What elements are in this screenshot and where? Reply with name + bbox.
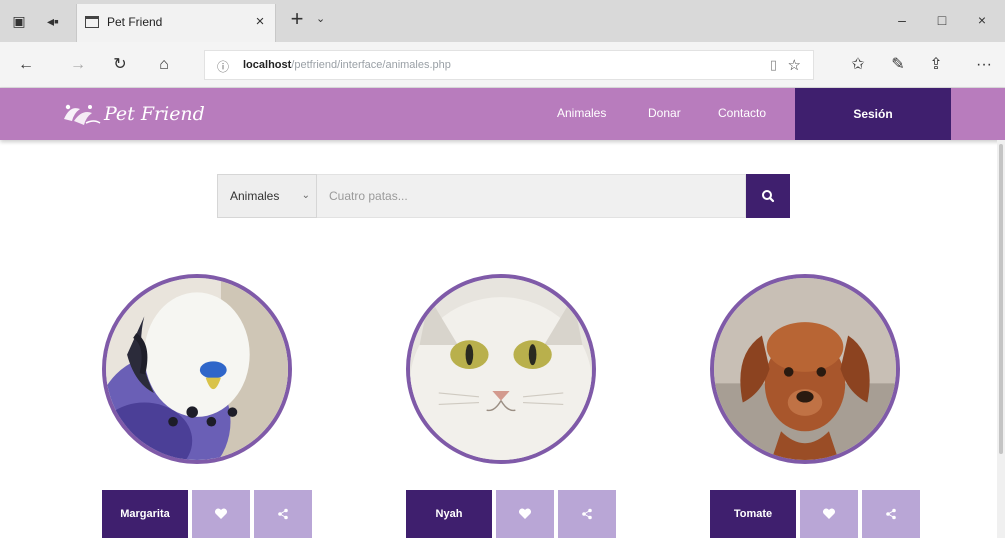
share-nodes-icon: [886, 508, 896, 520]
pet-actions: Margarita: [102, 490, 312, 538]
share-button[interactable]: [558, 490, 616, 538]
favorites-hub-icon[interactable]: ✩: [846, 54, 870, 76]
site-header: Pet Friend Animales Donar Contacto Sesió…: [0, 88, 1005, 140]
pet-photo-parakeet[interactable]: [102, 274, 292, 464]
address-url: localhost/petfriend/interface/animales.p…: [243, 59, 451, 71]
tab-aside-icon[interactable]: ◂▪: [42, 10, 64, 32]
pets-logo-icon: [64, 104, 101, 125]
pet-actions: Nyah: [406, 490, 616, 538]
page-scrollbar[interactable]: [997, 140, 1005, 538]
share-button[interactable]: [254, 490, 312, 538]
tab-actions-icon[interactable]: ▣: [8, 10, 30, 32]
tab-close-icon[interactable]: ×: [251, 13, 269, 30]
share-icon[interactable]: ⇪: [924, 54, 948, 76]
tab-list-chevron-icon[interactable]: ⌄: [316, 12, 325, 25]
scrollbar-thumb[interactable]: [999, 144, 1003, 454]
share-button[interactable]: [862, 490, 920, 538]
pet-photo-cat[interactable]: [406, 274, 596, 464]
pet-photo-puppy[interactable]: [710, 274, 900, 464]
refresh-icon[interactable]: ↻: [108, 54, 132, 76]
heart-icon: [214, 508, 228, 519]
favorite-star-icon[interactable]: ☆: [788, 56, 801, 74]
category-select-value: Animales: [230, 189, 280, 203]
puppy-image: [714, 278, 896, 460]
search-input[interactable]: [317, 174, 746, 218]
cat-image: [410, 278, 592, 460]
share-nodes-icon: [582, 508, 592, 520]
reading-view-icon[interactable]: ▯: [770, 57, 777, 73]
share-nodes-icon: [278, 508, 288, 520]
more-icon[interactable]: ···: [972, 54, 996, 76]
logo-text: Pet Friend: [104, 103, 205, 125]
minimize-icon[interactable]: –: [882, 6, 922, 34]
tab-title: Pet Friend: [107, 15, 163, 29]
pet-name-button[interactable]: Tomate: [710, 490, 796, 538]
browser-tab[interactable]: Pet Friend ×: [76, 4, 276, 42]
search-bar: Animales ⌄: [217, 174, 790, 218]
browser-tab-strip: ▣ ◂▪ Pet Friend × + ⌄ – □ ×: [0, 0, 1005, 42]
favorite-button[interactable]: [496, 490, 554, 538]
site-info-icon[interactable]: ⓘ: [217, 58, 229, 75]
forward-icon[interactable]: →: [66, 54, 90, 76]
maximize-icon[interactable]: □: [922, 6, 962, 34]
search-icon: [762, 190, 775, 203]
pet-card: Nyah: [406, 274, 622, 538]
nav-link-donar[interactable]: Donar: [648, 106, 681, 120]
site-logo[interactable]: Pet Friend: [60, 94, 205, 134]
chevron-down-icon: ⌄: [301, 190, 310, 201]
page-favicon-icon: [85, 16, 99, 28]
search-button[interactable]: [746, 174, 790, 218]
heart-icon: [822, 508, 836, 519]
window-close-icon[interactable]: ×: [962, 6, 1002, 34]
category-select[interactable]: Animales ⌄: [217, 174, 317, 218]
home-icon[interactable]: ⌂: [152, 54, 176, 76]
web-note-icon[interactable]: ✎: [886, 54, 910, 76]
session-button[interactable]: Sesión: [795, 88, 951, 140]
parakeet-image: [106, 278, 288, 460]
favorite-button[interactable]: [192, 490, 250, 538]
address-bar[interactable]: ⓘ localhost/petfriend/interface/animales…: [204, 50, 814, 80]
nav-link-animales[interactable]: Animales: [557, 106, 606, 120]
new-tab-icon[interactable]: +: [286, 6, 308, 32]
back-icon[interactable]: ←: [14, 54, 38, 76]
pet-card: Margarita: [102, 274, 318, 538]
heart-icon: [518, 508, 532, 519]
pet-name-button[interactable]: Nyah: [406, 490, 492, 538]
browser-nav-bar: ← → ↻ ⌂ ⓘ localhost/petfriend/interface/…: [0, 42, 1005, 88]
favorite-button[interactable]: [800, 490, 858, 538]
pet-card: Tomate: [710, 274, 926, 538]
pet-actions: Tomate: [710, 490, 920, 538]
nav-link-contacto[interactable]: Contacto: [718, 106, 766, 120]
pet-name-button[interactable]: Margarita: [102, 490, 188, 538]
